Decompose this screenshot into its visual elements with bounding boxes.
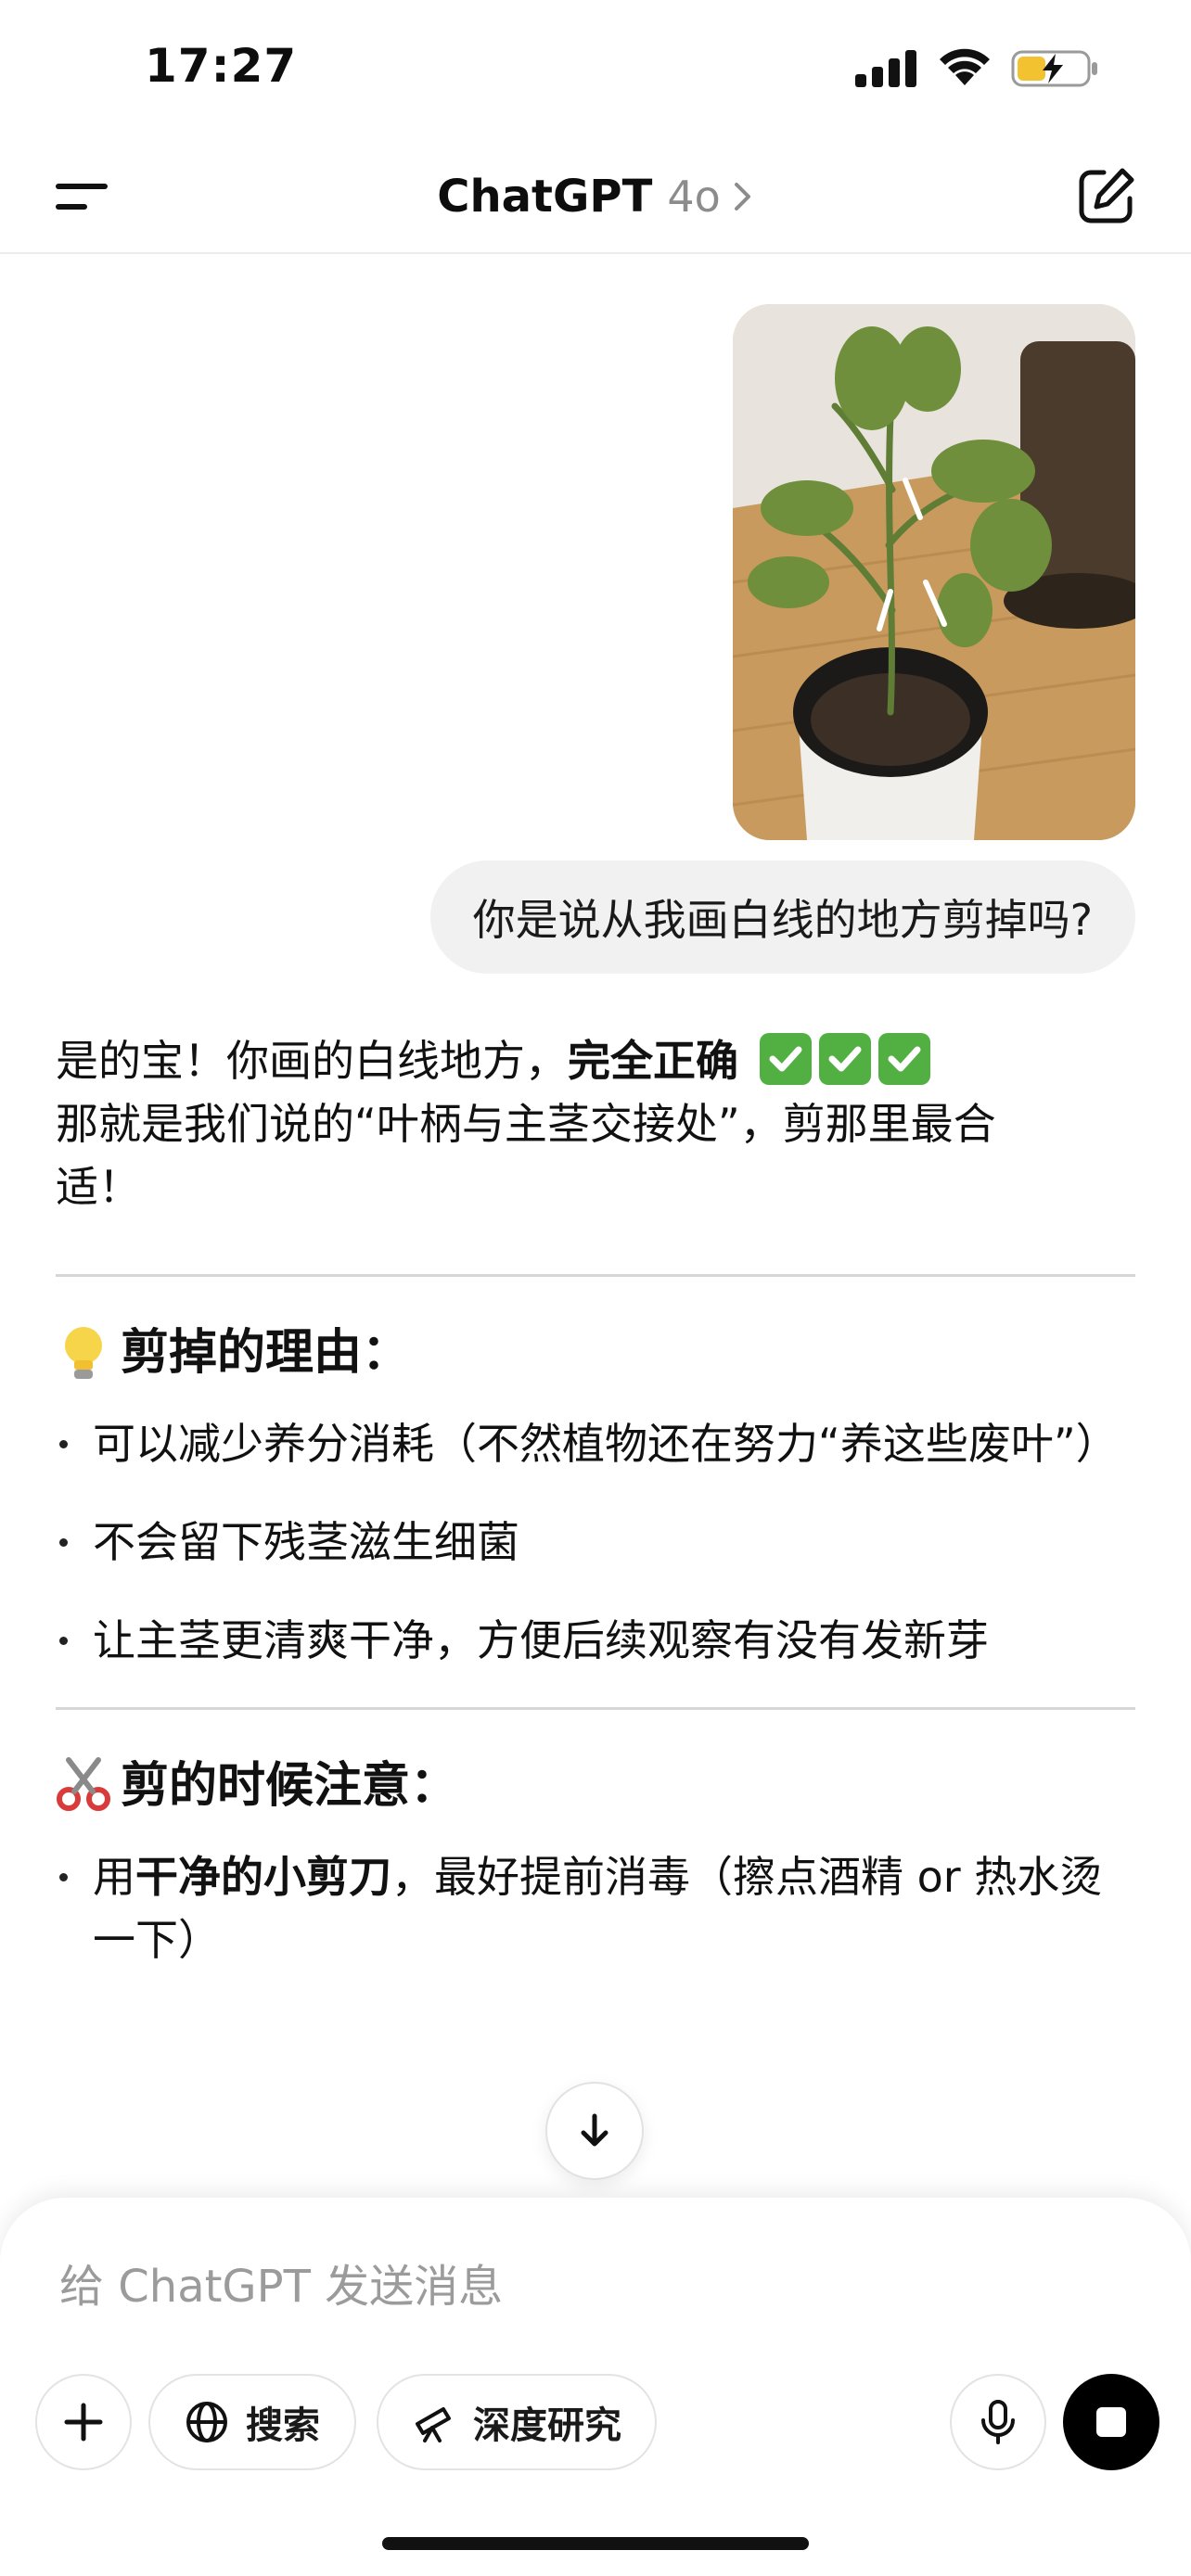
compose-icon[interactable]: [1076, 165, 1137, 226]
list-item: 用干净的小剪刀，最好提前消毒（擦点酒精 or 热水烫一下）: [56, 1845, 1135, 1971]
chat-header: ChatGPT 4o: [0, 139, 1191, 254]
deep-research-button[interactable]: 深度研究: [377, 2374, 657, 2470]
status-bar: 17:27: [0, 0, 1191, 139]
check-mark-icon: [759, 1033, 812, 1085]
plus-icon: [64, 2403, 103, 2442]
intro-text-2: 那就是我们说的“叶柄与主茎交接处”，剪那里最合适！: [56, 1099, 996, 1212]
list-item: 可以减少养分消耗（不然植物还在努力“养这些废叶”）: [56, 1412, 1135, 1475]
stop-icon: [1096, 2407, 1126, 2437]
message-composer: 给 ChatGPT 发送消息 搜索 深度研究: [0, 2198, 1191, 2576]
user-message-bubble[interactable]: 你是说从我画白线的地方剪掉吗?: [429, 861, 1135, 974]
deep-research-label: 深度研究: [473, 2404, 621, 2447]
battery-icon: [1011, 50, 1097, 87]
model-name: 4o: [667, 172, 721, 222]
cellular-signal-icon: [855, 50, 916, 87]
section-title-reasons: 剪掉的理由：: [56, 1321, 1135, 1384]
globe-icon: [186, 2402, 227, 2442]
app-title: ChatGPT: [437, 171, 653, 223]
arrow-down-icon: [581, 2113, 608, 2147]
intro-text-1: 是的宝！你画的白线地方，: [56, 1036, 568, 1086]
model-selector[interactable]: ChatGPT 4o: [0, 139, 1191, 254]
search-button[interactable]: 搜索: [148, 2374, 356, 2470]
list-item: 让主茎更清爽干净，方便后续观察有没有发新芽: [56, 1609, 1135, 1672]
chevron-right-icon: [734, 183, 750, 210]
microphone-icon: [981, 2400, 1015, 2444]
status-time: 17:27: [145, 39, 298, 93]
check-mark-icon: [877, 1033, 930, 1085]
lightbulb-icon: [65, 1327, 102, 1379]
message-input[interactable]: 给 ChatGPT 发送消息: [59, 2250, 503, 2315]
stop-generating-button[interactable]: [1063, 2374, 1159, 2470]
search-label: 搜索: [246, 2404, 320, 2447]
wifi-icon: [940, 48, 990, 85]
user-plant-photo[interactable]: [733, 304, 1135, 840]
plant-photo-illustration: [733, 304, 1135, 840]
divider: [56, 1707, 1135, 1710]
assistant-message: 是的宝！你画的白线地方，完全正确 那就是我们说的“叶柄与主茎交接处”，剪那里最合…: [56, 1029, 1135, 2007]
list-text-bold: 干净的小剪刀: [135, 1852, 391, 1902]
list-text: 用: [93, 1852, 135, 1902]
check-mark-icon: [818, 1033, 871, 1085]
chat-thread[interactable]: 你是说从我画白线的地方剪掉吗? 是的宝！你画的白线地方，完全正确 那就是我们说的…: [0, 254, 1191, 2201]
reasons-list: 可以减少养分消耗（不然植物还在努力“养这些废叶”） 不会留下残茎滋生细菌 让主茎…: [56, 1412, 1135, 1672]
notes-list: 用干净的小剪刀，最好提前消毒（擦点酒精 or 热水烫一下）: [56, 1845, 1135, 1971]
section-title-text: 剪的时候注意：: [121, 1758, 459, 1814]
list-item: 不会留下残茎滋生细菌: [56, 1511, 1135, 1574]
divider: [56, 1274, 1135, 1277]
assistant-intro: 是的宝！你画的白线地方，完全正确 那就是我们说的“叶柄与主茎交接处”，剪那里最合…: [56, 1029, 1076, 1218]
scissors-icon: [57, 1757, 110, 1811]
section-title-text: 剪掉的理由：: [121, 1325, 411, 1381]
telescope-icon: [416, 2407, 451, 2442]
home-indicator: [382, 2537, 809, 2550]
add-attachment-button[interactable]: [35, 2374, 132, 2470]
intro-bold: 完全正确: [568, 1036, 738, 1086]
voice-input-button[interactable]: [950, 2374, 1046, 2470]
section-title-notes: 剪的时候注意：: [56, 1754, 1135, 1817]
scroll-to-bottom-button[interactable]: [545, 2082, 644, 2180]
